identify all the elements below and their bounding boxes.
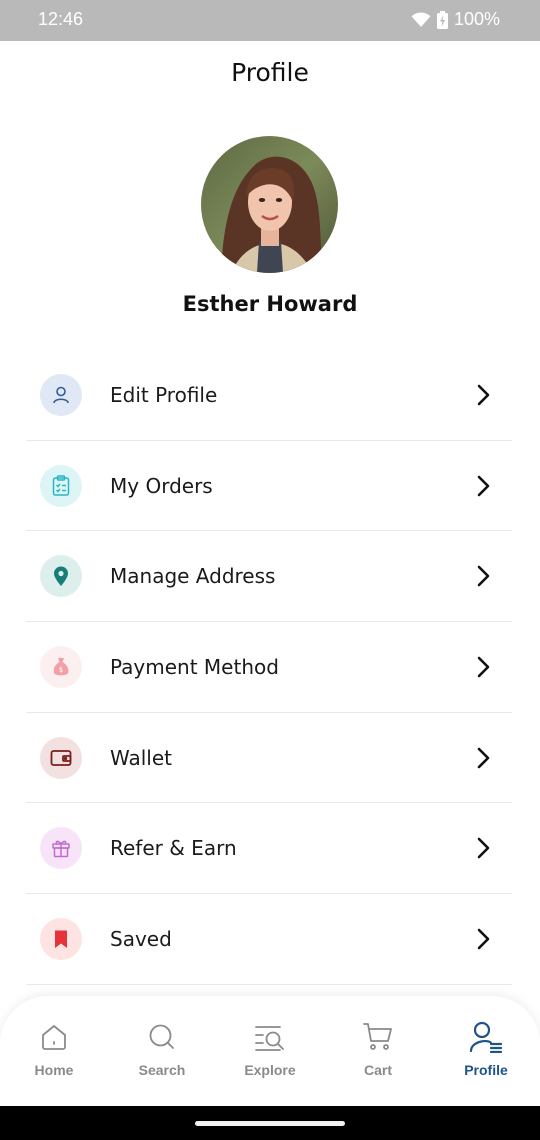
user-name: Esther Howard <box>182 292 358 316</box>
nav-cart[interactable]: Cart <box>328 996 428 1106</box>
nav-home[interactable]: Home <box>4 996 104 1106</box>
chevron-right-icon <box>474 383 494 407</box>
gift-icon <box>40 827 82 870</box>
menu-label: Manage Address <box>110 564 276 589</box>
user-icon <box>40 373 82 416</box>
chevron-right-icon <box>474 927 494 951</box>
battery-icon <box>436 10 448 29</box>
nav-label: Profile <box>464 1062 508 1078</box>
menu-item-payment-method[interactable]: $ Payment Method <box>26 622 512 713</box>
chevron-right-icon <box>474 836 494 860</box>
bookmark-icon <box>40 917 82 960</box>
menu-label: Wallet <box>110 745 173 770</box>
avatar[interactable] <box>201 136 338 273</box>
page-title: Profile <box>231 58 309 87</box>
menu-label: Saved <box>110 926 172 951</box>
battery-percent: 100% <box>453 9 500 29</box>
status-bar: 12:46 100% <box>0 0 540 41</box>
nav-label: Search <box>138 1062 186 1078</box>
menu-label: Edit Profile <box>110 382 218 407</box>
profile-icon <box>469 1020 503 1054</box>
money-bag-icon: $ <box>40 645 82 688</box>
bottom-nav: Home Search Explore Cart Profile <box>0 996 540 1106</box>
menu-item-wallet[interactable]: Wallet <box>26 713 512 804</box>
chevron-right-icon <box>474 655 494 679</box>
status-icons: 100% <box>411 9 500 30</box>
search-icon <box>148 1020 176 1054</box>
system-gesture-bar <box>0 1106 540 1140</box>
nav-profile[interactable]: Profile <box>436 996 536 1106</box>
nav-label: Explore <box>244 1062 296 1078</box>
menu-label: Payment Method <box>110 654 279 679</box>
menu-label: My Orders <box>110 473 213 498</box>
clipboard-list-icon <box>40 464 82 507</box>
status-time: 12:46 <box>38 9 84 29</box>
home-icon <box>40 1020 68 1054</box>
menu-item-saved[interactable]: Saved <box>26 894 512 985</box>
location-pin-icon <box>40 555 82 598</box>
svg-text:$: $ <box>59 666 63 674</box>
nav-label: Home <box>34 1062 74 1078</box>
menu-item-refer-earn[interactable]: Refer & Earn <box>26 803 512 895</box>
home-gesture-handle[interactable] <box>195 1121 345 1126</box>
nav-search[interactable]: Search <box>112 996 212 1106</box>
chevron-right-icon <box>474 474 494 498</box>
profile-menu: Edit Profile My Orders Manage Address $ … <box>26 350 512 985</box>
menu-label: Refer & Earn <box>110 836 237 861</box>
explore-icon <box>254 1020 286 1054</box>
chevron-right-icon <box>474 746 494 770</box>
wifi-icon <box>411 11 431 28</box>
nav-label: Cart <box>363 1062 392 1078</box>
nav-explore[interactable]: Explore <box>220 996 320 1106</box>
menu-item-edit-profile[interactable]: Edit Profile <box>26 350 512 441</box>
menu-item-my-orders[interactable]: My Orders <box>26 441 512 532</box>
menu-item-manage-address[interactable]: Manage Address <box>26 531 512 623</box>
cart-icon <box>362 1020 394 1054</box>
chevron-right-icon <box>474 564 494 588</box>
wallet-icon <box>40 736 82 779</box>
